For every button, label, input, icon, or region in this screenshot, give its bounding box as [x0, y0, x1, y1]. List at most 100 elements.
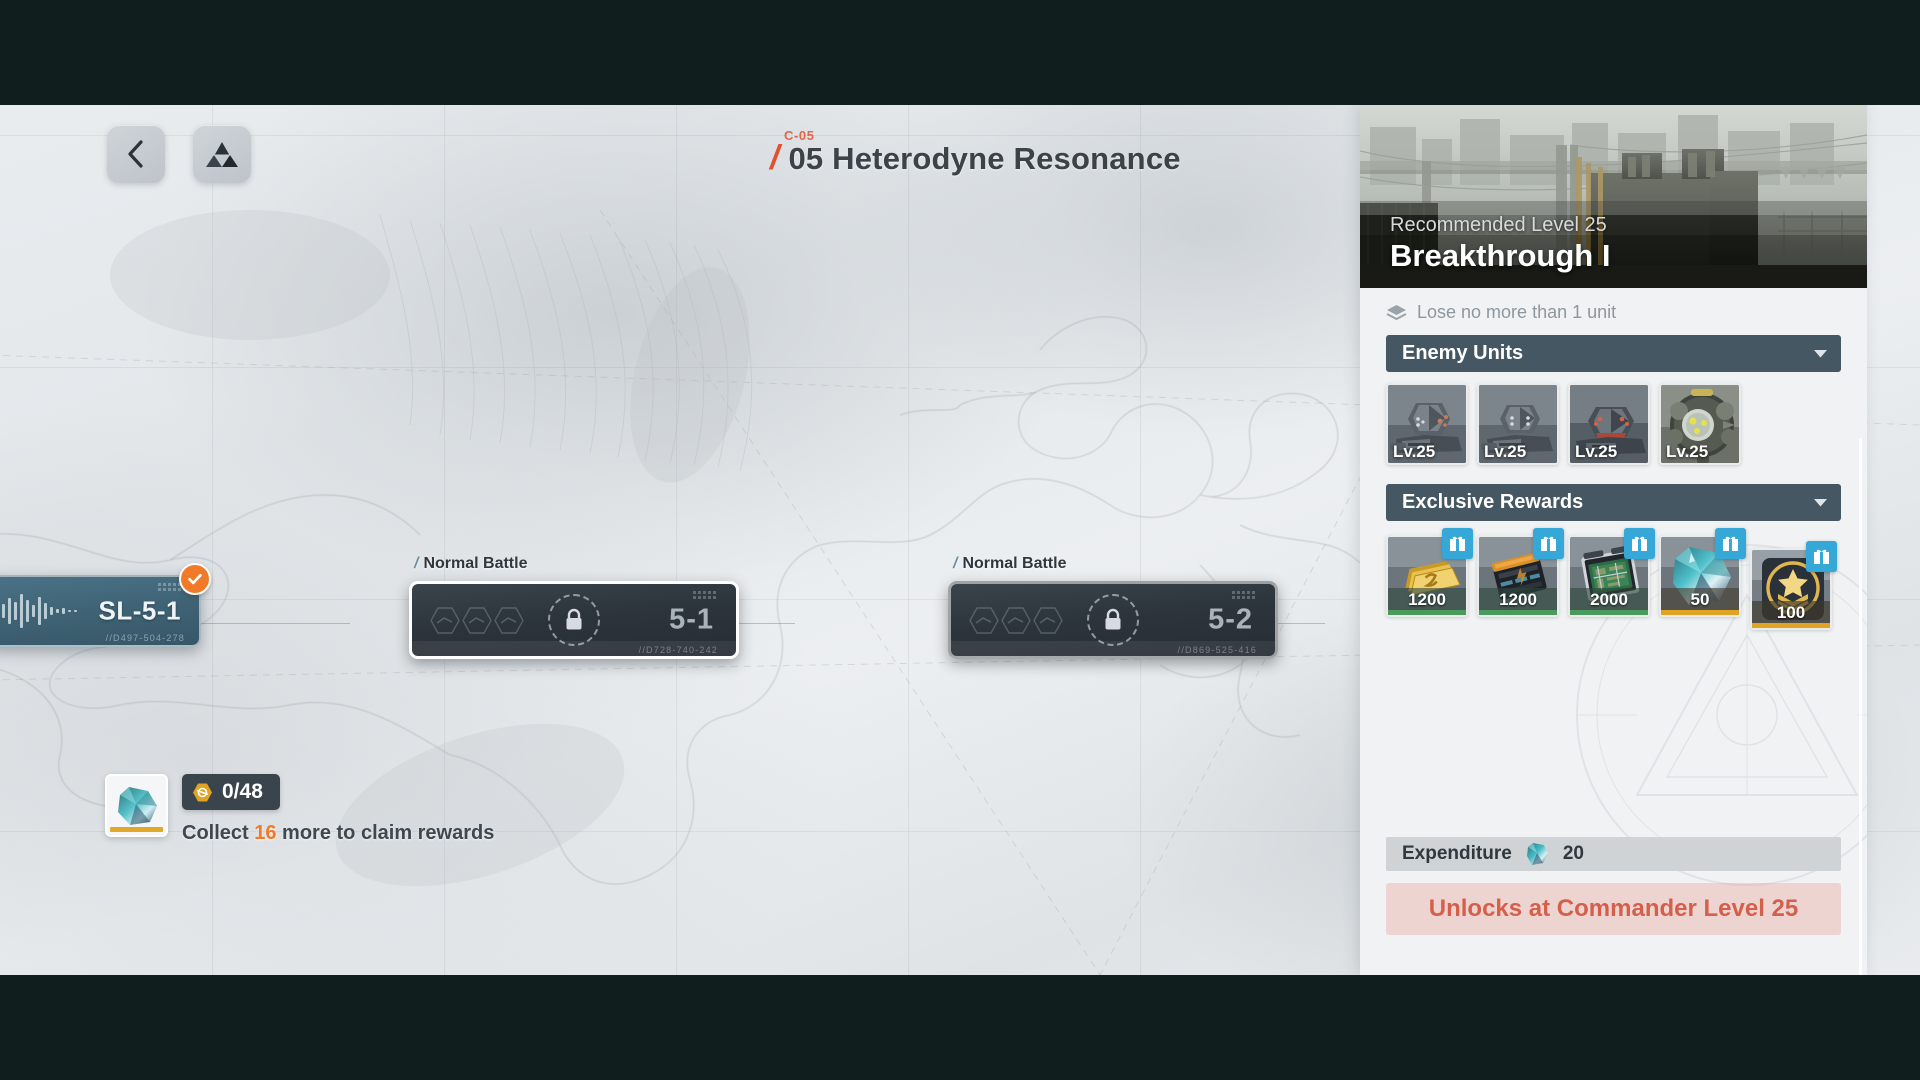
shield-stack-icon: [1386, 305, 1407, 321]
stage-node-5-1[interactable]: 5-1 //D728-740-242: [409, 581, 739, 659]
reward-card[interactable]: 1200: [1477, 528, 1564, 617]
rarity-bar: [1752, 623, 1830, 628]
prism-logo-icon: [206, 139, 238, 167]
reward-card[interactable]: 2000: [1568, 528, 1655, 617]
expenditure-label: Expenditure: [1402, 843, 1512, 864]
condition-text: Lose no more than 1 unit: [1417, 302, 1617, 322]
stage-node-name: SL-5-1: [98, 595, 181, 626]
stage-node-5-2[interactable]: 5-2 //D869-525-416: [948, 581, 1278, 659]
lock-icon: [1087, 594, 1139, 646]
expenditure-row: Expenditure 20: [1386, 837, 1841, 871]
enemy-unit-card[interactable]: Lv.25: [1659, 383, 1741, 465]
stage-number: 5-1: [669, 603, 714, 636]
star-hexes: [430, 606, 524, 634]
enemy-level: Lv.25: [1393, 442, 1436, 461]
page-title-block: C-05 / 05 Heterodyne Resonance: [770, 128, 1181, 177]
stage-number: 5-2: [1208, 603, 1253, 636]
enemy-level: Lv.25: [1575, 442, 1618, 461]
gift-icon: [1806, 541, 1837, 572]
crystal-shard-icon: [105, 774, 168, 837]
reward-card[interactable]: 50: [1659, 528, 1746, 617]
chevron-left-icon: [128, 140, 143, 168]
rarity-bar: [1479, 610, 1557, 615]
game-screen: SL-5-1 //D497-504-278 /Normal Battle 5-1…: [0, 0, 1920, 1080]
reward-quantity: 2000: [1590, 590, 1628, 609]
rarity-bar: [1388, 610, 1466, 615]
letterbox-top: [0, 0, 1920, 105]
reward-list: 1200 1200 2000 50 100: [1360, 521, 1867, 630]
collect-count-badge: 0/48: [182, 774, 280, 810]
gift-icon: [1624, 528, 1655, 559]
crystal-shard-icon: [1526, 843, 1548, 865]
locked-notice: Unlocks at Commander Level 25: [1386, 883, 1841, 935]
panel-banner: Recommended Level 25 Breakthrough I: [1360, 105, 1867, 288]
node-connector: [1275, 623, 1325, 624]
reward-quantity: 50: [1690, 590, 1710, 609]
reward-quantity: 1200: [1499, 590, 1537, 609]
stage-node-sl-5-1[interactable]: SL-5-1 //D497-504-278: [0, 563, 211, 647]
title-slash: /: [770, 139, 780, 177]
back-button[interactable]: [107, 125, 165, 183]
star-hex-icon: [1033, 606, 1063, 634]
enemy-units-title: Enemy Units: [1402, 342, 1524, 364]
hex-token-icon: [193, 783, 212, 801]
recommended-level: Recommended Level 25: [1390, 214, 1607, 236]
collect-count-text: 0/48: [222, 780, 263, 803]
star-hex-icon: [494, 606, 524, 634]
node-dots: [158, 583, 181, 591]
locked-notice-text: Unlocks at Commander Level 25: [1428, 895, 1799, 922]
node-connector: [735, 623, 795, 624]
top-left-buttons: [107, 125, 251, 183]
enemy-unit-card[interactable]: Lv.25: [1386, 383, 1468, 465]
stage-label-5-1: / Normal Battle: [414, 555, 528, 572]
letterbox-bottom: [0, 975, 1920, 1080]
star-hexes: [969, 606, 1063, 634]
reward-card[interactable]: 100: [1750, 541, 1837, 630]
stage-node-serial: //D728-740-242: [638, 645, 718, 655]
stage-detail-panel: Recommended Level 25 Breakthrough I Lose…: [1360, 105, 1867, 975]
enemy-level: Lv.25: [1666, 442, 1709, 461]
expenditure-value: 20: [1562, 843, 1584, 864]
enemy-unit-card[interactable]: Lv.25: [1477, 383, 1559, 465]
gift-icon: [1442, 528, 1473, 559]
rarity-bar: [1661, 610, 1739, 615]
star-hex-icon: [1001, 606, 1031, 634]
reward-card[interactable]: 1200: [1386, 528, 1473, 617]
map-right-strip: [1867, 105, 1920, 975]
node-connector: [200, 623, 350, 624]
check-circle-icon: [179, 563, 211, 595]
star-hex-icon: [969, 606, 999, 634]
stage-node-serial: //D497-504-278: [105, 633, 185, 643]
panel-scrollbar[interactable]: [1859, 438, 1862, 975]
exclusive-rewards-title: Exclusive Rewards: [1402, 491, 1584, 513]
page-title: 05 Heterodyne Resonance: [788, 141, 1181, 176]
gift-icon: [1533, 528, 1564, 559]
reward-quantity: 1200: [1408, 590, 1446, 609]
enemy-unit-card[interactable]: Lv.25: [1568, 383, 1650, 465]
collection-progress: 0/48 Collect 16 more to claim rewards: [105, 774, 494, 845]
enemy-unit-list: Lv.25 Lv.25 Lv.25 Lv.25: [1360, 372, 1867, 465]
rarity-bar: [110, 827, 163, 832]
exclusive-rewards-header[interactable]: Exclusive Rewards: [1386, 484, 1841, 521]
chapter-code: C-05: [784, 128, 815, 143]
reward-quantity: 100: [1776, 603, 1806, 622]
stage-node-serial: //D869-525-416: [1177, 645, 1257, 655]
stage-label-5-2: / Normal Battle: [953, 555, 1067, 572]
collect-message: Collect 16 more to claim rewards: [182, 822, 495, 844]
waveform-icon: [2, 594, 77, 628]
stage-condition: Lose no more than 1 unit: [1360, 288, 1867, 335]
gift-icon: [1715, 528, 1746, 559]
enemy-level: Lv.25: [1484, 442, 1527, 461]
star-hex-icon: [462, 606, 492, 634]
stage-type-title: Breakthrough I: [1390, 238, 1611, 273]
chevron-down-icon: [1814, 349, 1827, 357]
node-dots: [693, 591, 716, 599]
panel-body: Lose no more than 1 unit Enemy Units Lv.…: [1360, 288, 1867, 975]
rarity-bar: [1570, 610, 1648, 615]
lock-icon: [548, 594, 600, 646]
chevron-down-icon: [1814, 498, 1827, 506]
prism-logo-button[interactable]: [193, 125, 251, 183]
star-hex-icon: [430, 606, 460, 634]
node-dots: [1232, 591, 1255, 599]
enemy-units-header[interactable]: Enemy Units: [1386, 335, 1841, 372]
